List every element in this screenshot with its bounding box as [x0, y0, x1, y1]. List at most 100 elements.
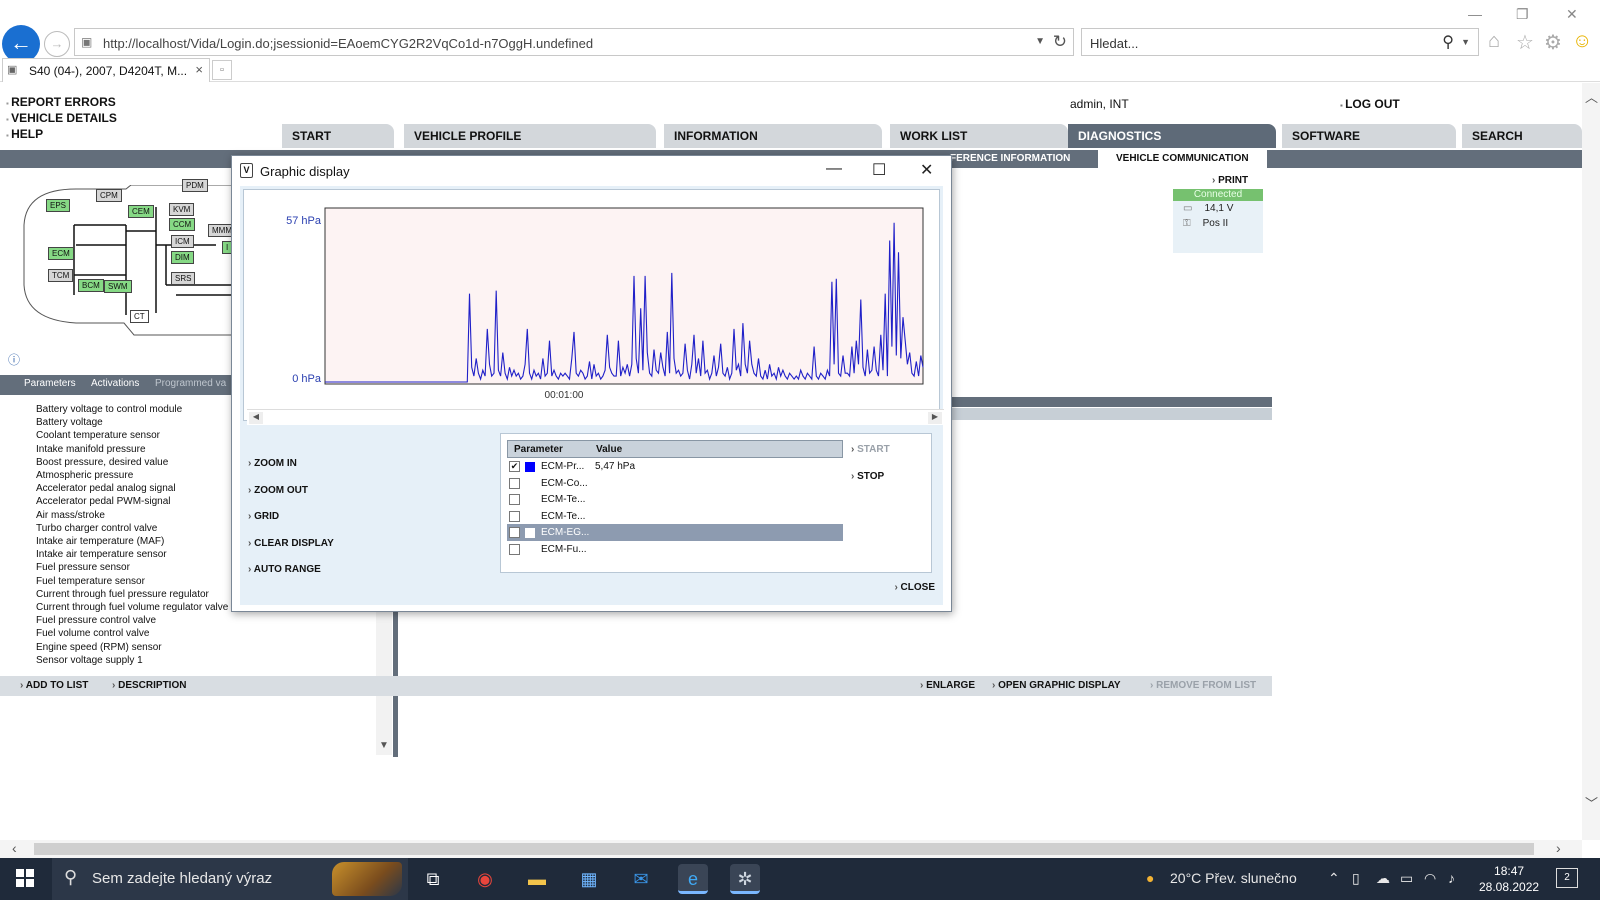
info-icon[interactable]: ⓘ — [8, 351, 20, 368]
module-cem[interactable]: CEM — [128, 205, 154, 218]
page-horizontal-scrollbar[interactable]: ‹ › — [0, 840, 1582, 858]
subtab-reference-information[interactable]: FERENCE INFORMATION — [950, 153, 1070, 164]
legend-checkbox[interactable] — [509, 477, 520, 489]
tab-software[interactable]: SOFTWARE — [1282, 124, 1456, 148]
legend-color-swatch[interactable] — [525, 462, 535, 472]
address-bar[interactable]: ▣ http://localhost/Vida/Login.do;jsessio… — [74, 28, 1074, 56]
minimize-icon[interactable]: — — [1468, 6, 1482, 22]
store-icon[interactable]: ▦ — [574, 864, 604, 894]
list-item[interactable]: Fuel temperature sensor — [36, 575, 246, 588]
description-button[interactable]: DESCRIPTION — [112, 680, 186, 691]
dialog-minimize-icon[interactable]: — — [826, 160, 842, 178]
legend-checkbox[interactable]: ✔ — [509, 461, 520, 472]
list-item[interactable]: Atmospheric pressure — [36, 469, 246, 482]
list-item[interactable]: Turbo charger control valve — [36, 522, 246, 535]
zoom-in-button[interactable]: ZOOM IN — [248, 458, 297, 469]
tab-vehicle-profile[interactable]: VEHICLE PROFILE — [404, 124, 656, 148]
notification-center-icon[interactable]: 2 — [1556, 868, 1578, 888]
legend-color-swatch[interactable] — [525, 528, 535, 538]
taskbar-clock[interactable]: 18:47 28.08.2022 — [1479, 863, 1539, 895]
list-item[interactable]: Intake air temperature sensor — [36, 548, 246, 561]
file-explorer-icon[interactable]: ▬ — [522, 864, 552, 894]
battery-tray-icon[interactable]: ▭ — [1400, 870, 1413, 887]
auto-range-button[interactable]: AUTO RANGE — [248, 564, 321, 575]
list-item[interactable]: Intake air temperature (MAF) — [36, 535, 246, 548]
internet-explorer-icon[interactable]: e — [678, 864, 708, 894]
dialog-titlebar[interactable]: V Graphic display — ☐ ✕ — [232, 156, 951, 186]
legend-checkbox[interactable] — [509, 510, 520, 522]
favorites-star-icon[interactable]: ☆ — [1516, 30, 1534, 55]
module-swm[interactable]: SWM — [104, 280, 132, 293]
legend-row[interactable]: ECM-Te... — [507, 491, 843, 508]
list-item[interactable]: Fuel pressure sensor — [36, 561, 246, 574]
remove-from-list-button[interactable]: REMOVE FROM LIST — [1150, 680, 1256, 691]
tab-search[interactable]: SEARCH — [1462, 124, 1582, 148]
forward-button[interactable]: → — [44, 31, 70, 57]
search-dropdown-icon[interactable]: ▼ — [1461, 37, 1470, 47]
module-bcm[interactable]: BCM — [78, 279, 104, 292]
module-ccm[interactable]: CCM — [169, 218, 196, 231]
volume-icon[interactable]: ♪ — [1448, 870, 1455, 886]
close-window-icon[interactable]: ✕ — [1566, 6, 1578, 23]
scroll-right-icon[interactable]: ▶ — [928, 412, 942, 424]
browser-tab[interactable]: ▣ S40 (04-), 2007, D4204T, M... × — [2, 58, 210, 82]
module-cpm[interactable]: CPM — [96, 189, 122, 202]
start-button[interactable]: START — [851, 444, 890, 455]
address-url[interactable]: http://localhost/Vida/Login.do;jsessioni… — [103, 36, 593, 51]
zoom-out-button[interactable]: ZOOM OUT — [248, 485, 308, 496]
chevron-down-icon[interactable]: ▼ — [379, 740, 389, 751]
tab-programmed-values[interactable]: Programmed va — [155, 378, 226, 389]
help-link[interactable]: HELP — [6, 127, 117, 143]
browser-search-box[interactable]: Hledat... ⚲ ▼ — [1081, 28, 1479, 56]
module-srs[interactable]: SRS — [171, 272, 196, 285]
tab-activations[interactable]: Activations — [91, 378, 139, 389]
enlarge-button[interactable]: ENLARGE — [920, 680, 975, 691]
stop-button[interactable]: STOP — [851, 471, 884, 482]
tab-close-icon[interactable]: × — [195, 62, 203, 77]
tab-diagnostics[interactable]: DIAGNOSTICS — [1068, 124, 1276, 148]
module-eps[interactable]: EPS — [46, 199, 71, 212]
restore-icon[interactable]: ❐ — [1516, 6, 1529, 23]
page-scroll-thumb[interactable] — [34, 843, 1534, 855]
list-item[interactable]: Air mass/stroke — [36, 509, 246, 522]
new-tab-button[interactable]: ▫ — [212, 60, 232, 80]
add-to-list-button[interactable]: ADD TO LIST — [20, 680, 89, 691]
page-scroll-left-icon[interactable]: ‹ — [12, 840, 17, 856]
report-errors-link[interactable]: REPORT ERRORS — [6, 95, 117, 111]
chart-horizontal-scrollbar[interactable]: ◀ ▶ — [247, 409, 944, 425]
list-item[interactable]: Battery voltage to control module — [36, 403, 246, 416]
legend-row[interactable]: ECM-Co... — [507, 475, 843, 492]
weather-text[interactable]: 20°C Přev. slunečno — [1170, 870, 1297, 886]
list-item[interactable]: Current through fuel pressure regulator — [36, 588, 246, 601]
taskbar-search[interactable]: ⚲ Sem zadejte hledaný výraz — [52, 858, 408, 900]
legend-checkbox[interactable] — [509, 527, 520, 538]
feedback-smiley-icon[interactable]: ☺ — [1572, 30, 1592, 53]
vida-app-icon[interactable]: ✲ — [730, 864, 760, 894]
module-kvm[interactable]: KVM — [169, 203, 195, 216]
list-item[interactable]: Coolant temperature sensor — [36, 429, 246, 442]
home-icon[interactable]: ⌂ — [1488, 30, 1500, 53]
legend-checkbox[interactable] — [509, 494, 520, 505]
module-ct[interactable]: CT — [130, 310, 149, 323]
reload-icon[interactable]: ↻ — [1053, 32, 1067, 52]
list-item[interactable]: Engine speed (RPM) sensor — [36, 641, 246, 654]
windows-start-icon[interactable] — [16, 869, 34, 887]
wifi-icon[interactable]: ◠ — [1424, 870, 1436, 887]
dialog-maximize-icon[interactable]: ☐ — [872, 160, 886, 180]
module-dim[interactable]: DIM — [171, 251, 194, 264]
list-item[interactable]: Battery voltage — [36, 416, 246, 429]
page-vertical-scrollbar[interactable]: ︿ ﹀ — [1582, 83, 1600, 840]
list-item[interactable]: Sensor voltage supply 1 — [36, 654, 246, 667]
module-pdm[interactable]: PDM — [182, 179, 208, 192]
settings-gear-icon[interactable]: ⚙ — [1544, 30, 1562, 55]
page-scroll-right-icon[interactable]: › — [1556, 840, 1561, 856]
tab-information[interactable]: INFORMATION — [664, 124, 882, 148]
device-icon[interactable]: ▯ — [1352, 870, 1360, 887]
list-item[interactable]: Accelerator pedal PWM-signal — [36, 495, 246, 508]
legend-row[interactable]: ECM-EG... — [507, 524, 843, 541]
grid-button[interactable]: GRID — [248, 511, 279, 522]
module-icm[interactable]: ICM — [171, 235, 194, 248]
list-item[interactable]: Intake manifold pressure — [36, 443, 246, 456]
task-view-icon[interactable]: ⧉ — [418, 864, 448, 894]
dialog-close-icon[interactable]: ✕ — [920, 160, 933, 180]
